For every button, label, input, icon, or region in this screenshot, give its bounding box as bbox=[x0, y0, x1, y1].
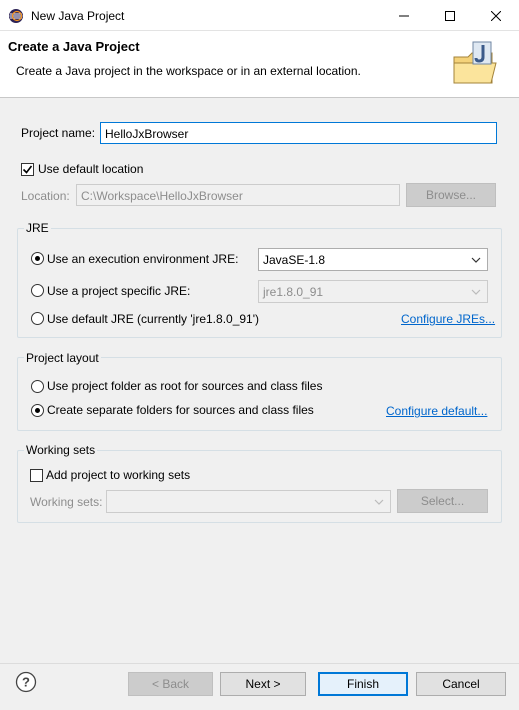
use-default-location-label: Use default location bbox=[38, 162, 144, 176]
window-title: New Java Project bbox=[31, 9, 125, 23]
check-icon bbox=[22, 165, 33, 174]
svg-text:?: ? bbox=[22, 675, 30, 690]
chevron-down-icon bbox=[471, 257, 481, 263]
location-input[interactable]: C:\Workspace\HelloJxBrowser bbox=[76, 184, 400, 206]
title-bar: New Java Project bbox=[0, 0, 519, 31]
project-layout-group-title: Project layout bbox=[24, 351, 101, 365]
working-sets-group-title: Working sets bbox=[24, 443, 98, 457]
help-button[interactable]: ? bbox=[15, 671, 37, 693]
exec-env-label: Use an execution environment JRE: bbox=[47, 252, 239, 266]
separate-folders-label: Create separate folders for sources and … bbox=[47, 403, 314, 417]
exec-env-radio[interactable] bbox=[31, 252, 44, 265]
working-sets-label: Working sets: bbox=[30, 495, 103, 509]
java-project-wizard-icon bbox=[451, 39, 499, 89]
help-icon: ? bbox=[15, 671, 37, 693]
separate-folders-radio[interactable] bbox=[31, 404, 44, 417]
add-to-working-sets-checkbox[interactable] bbox=[30, 469, 43, 482]
maximize-icon bbox=[445, 10, 455, 21]
back-button[interactable]: < Back bbox=[128, 672, 213, 696]
project-name-input[interactable]: HelloJxBrowser bbox=[100, 122, 497, 144]
browse-button[interactable]: Browse... bbox=[406, 183, 496, 207]
maximize-button[interactable] bbox=[427, 0, 473, 31]
configure-jres-link[interactable]: Configure JREs... bbox=[401, 312, 495, 326]
cancel-button[interactable]: Cancel bbox=[416, 672, 506, 696]
close-icon bbox=[491, 10, 501, 21]
specific-jre-radio[interactable] bbox=[31, 284, 44, 297]
finish-button[interactable]: Finish bbox=[318, 672, 408, 696]
wizard-header: Create a Java Project Create a Java proj… bbox=[0, 31, 519, 98]
eclipse-icon bbox=[8, 8, 24, 24]
project-name-label: Project name: bbox=[21, 126, 96, 140]
specific-jre-label: Use a project specific JRE: bbox=[47, 284, 191, 298]
exec-env-select[interactable]: JavaSE-1.8 bbox=[258, 248, 488, 271]
next-button[interactable]: Next > bbox=[220, 672, 306, 696]
minimize-icon bbox=[399, 15, 409, 16]
select-working-sets-button[interactable]: Select... bbox=[397, 489, 488, 513]
root-folder-label: Use project folder as root for sources a… bbox=[47, 379, 323, 393]
working-sets-select[interactable] bbox=[106, 490, 391, 513]
specific-jre-select[interactable]: jre1.8.0_91 bbox=[258, 280, 488, 303]
default-jre-label: Use default JRE (currently 'jre1.8.0_91'… bbox=[47, 312, 260, 326]
page-description: Create a Java project in the workspace o… bbox=[16, 64, 361, 78]
location-label: Location: bbox=[21, 189, 70, 203]
chevron-down-icon bbox=[471, 289, 481, 295]
default-jre-radio[interactable] bbox=[31, 312, 44, 325]
jre-group-title: JRE bbox=[24, 221, 51, 235]
minimize-button[interactable] bbox=[381, 0, 427, 31]
chevron-down-icon bbox=[374, 499, 384, 505]
project-layout-group bbox=[17, 357, 502, 431]
use-default-location-checkbox[interactable] bbox=[21, 163, 34, 176]
root-folder-radio[interactable] bbox=[31, 380, 44, 393]
add-to-working-sets-label: Add project to working sets bbox=[46, 468, 191, 482]
page-title: Create a Java Project bbox=[8, 39, 140, 54]
close-button[interactable] bbox=[473, 0, 519, 31]
configure-default-link[interactable]: Configure default... bbox=[386, 404, 487, 418]
